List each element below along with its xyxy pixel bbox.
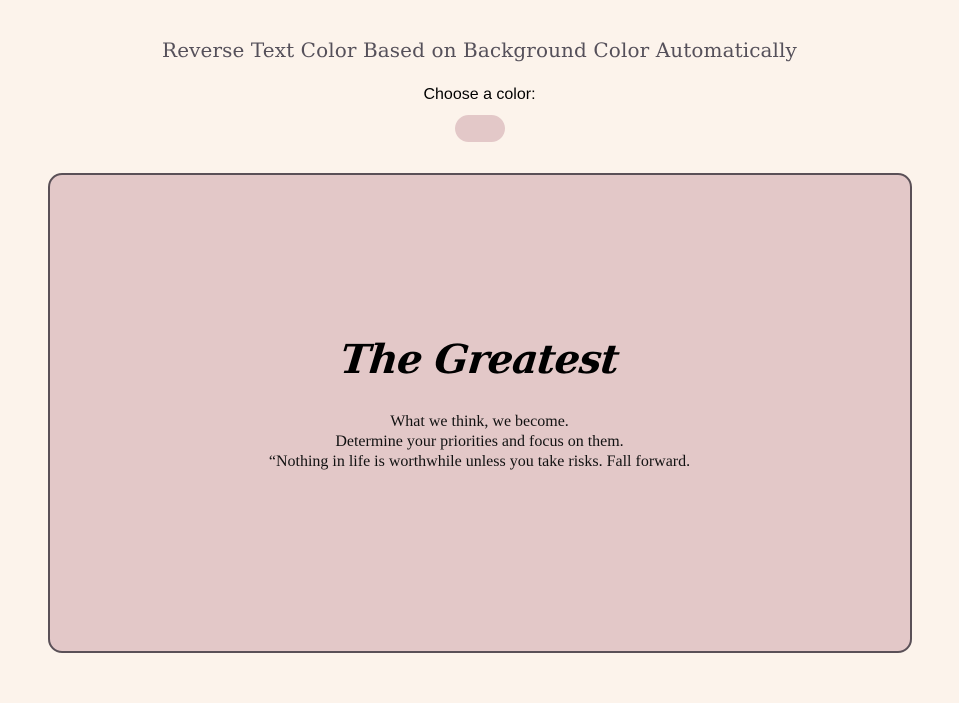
quote-line: What we think, we become. (390, 413, 569, 430)
color-picker-input[interactable] (455, 115, 505, 142)
quote-title: The Greatest (338, 336, 621, 383)
quote-line: Determine your priorities and focus on t… (335, 433, 624, 450)
page-title: Reverse Text Color Based on Background C… (162, 38, 797, 62)
color-picker-label: Choose a color: (423, 86, 536, 103)
quote-line: “Nothing in life is worthwhile unless yo… (268, 453, 691, 470)
